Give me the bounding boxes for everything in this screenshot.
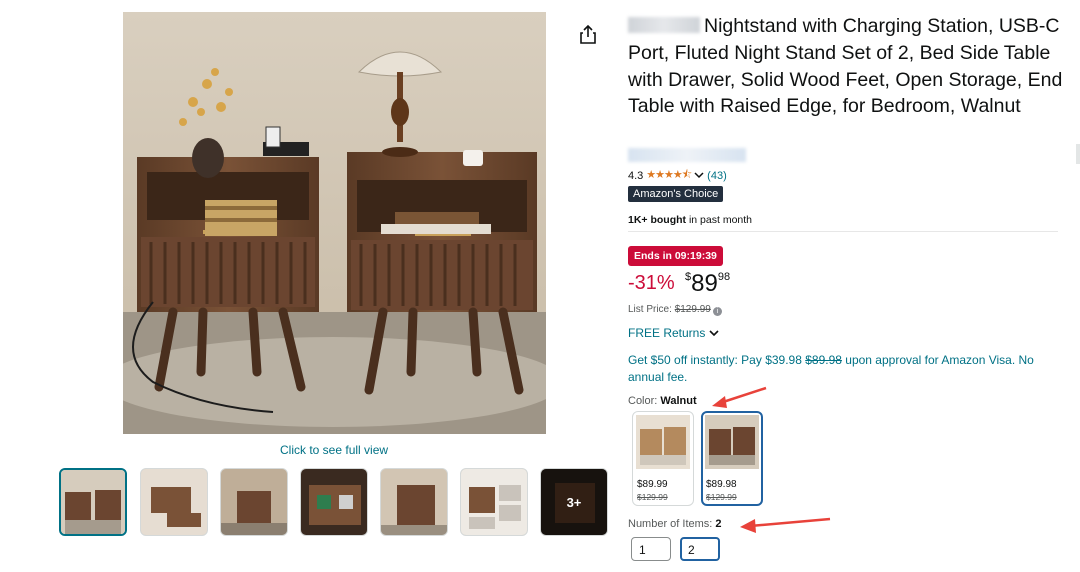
swatch-price: $89.99 xyxy=(637,479,668,490)
divider xyxy=(628,231,1058,232)
number-of-items-label: Number of Items: 2 xyxy=(628,518,722,530)
thumbnail-4[interactable] xyxy=(300,468,368,536)
items-option-2[interactable]: 2 xyxy=(680,537,720,561)
offer-lead: Get $50 off instantly: Pay $39.98 xyxy=(628,353,806,367)
swatch-list-price: $129.99 xyxy=(637,492,668,502)
number-of-items-label-text: Number of Items: xyxy=(628,518,716,530)
share-icon[interactable] xyxy=(578,24,598,46)
see-full-view-link[interactable]: Click to see full view xyxy=(280,443,388,457)
number-of-items-value: 2 xyxy=(715,518,722,530)
items-option-1[interactable]: 1 xyxy=(631,537,671,561)
star-rating-icon: ★★★★⯪ xyxy=(646,169,692,181)
price-fraction: 98 xyxy=(717,271,731,283)
chevron-down-icon[interactable] xyxy=(694,172,704,179)
thumbnail-more[interactable]: 3+ xyxy=(540,468,608,536)
price-whole: 89 xyxy=(691,270,718,297)
swatch-list-price: $129.99 xyxy=(706,492,737,502)
deal-timer-badge: Ends in 09:19:39 xyxy=(628,246,723,266)
free-returns-label: FREE Returns xyxy=(628,326,706,340)
amazons-choice-badge: Amazon's Choice xyxy=(628,186,724,202)
brand-name-redacted xyxy=(628,17,700,33)
thumbnail-2[interactable] xyxy=(140,468,208,536)
store-link-redacted[interactable] xyxy=(628,148,746,162)
chevron-down-icon xyxy=(709,330,719,337)
arrow-annotation xyxy=(740,517,831,533)
color-selected-value: Walnut xyxy=(660,395,697,407)
arrow-annotation xyxy=(712,386,767,408)
bought-in-past-month: 1K+ bought in past month xyxy=(628,214,752,226)
swatch-image xyxy=(705,415,759,469)
thumbnail-5[interactable] xyxy=(380,468,448,536)
list-price-label: List Price: xyxy=(628,304,675,315)
price: $8998 xyxy=(685,270,730,298)
rating-count-link[interactable]: (43) xyxy=(707,170,727,182)
thumbnail-1[interactable] xyxy=(59,468,127,536)
product-title: Nightstand with Charging Station, USB-C … xyxy=(628,13,1068,120)
info-icon[interactable]: i xyxy=(712,307,722,316)
main-product-image[interactable] xyxy=(123,12,546,434)
color-label-text: Color: xyxy=(628,395,661,407)
list-price-value: $129.99 xyxy=(674,304,711,315)
swatch-price: $89.98 xyxy=(706,479,737,490)
swatch-image xyxy=(636,415,690,469)
rating-row[interactable]: 4.3 ★★★★⯪ (43) xyxy=(628,166,727,185)
color-label: Color: Walnut xyxy=(628,395,697,407)
thumbnail-6[interactable] xyxy=(460,468,528,536)
discount-percent: -31% xyxy=(628,272,675,294)
visa-offer-link[interactable]: Get $50 off instantly: Pay $39.98 $89.98… xyxy=(628,352,1058,386)
bought-suffix: in past month xyxy=(686,214,752,226)
more-images-count: 3+ xyxy=(541,469,607,535)
color-option-1[interactable]: $89.99 $129.99 xyxy=(632,411,694,506)
offer-strike-price: $89.98 xyxy=(805,353,842,367)
list-price: List Price: $129.99 i xyxy=(628,304,722,316)
bought-count: 1K+ bought xyxy=(628,214,687,226)
color-option-2[interactable]: $89.98 $129.99 xyxy=(701,411,763,506)
page-edge xyxy=(1076,144,1080,164)
thumbnail-3[interactable] xyxy=(220,468,288,536)
free-returns-link[interactable]: FREE Returns xyxy=(628,326,719,340)
rating-value: 4.3 xyxy=(628,169,644,182)
